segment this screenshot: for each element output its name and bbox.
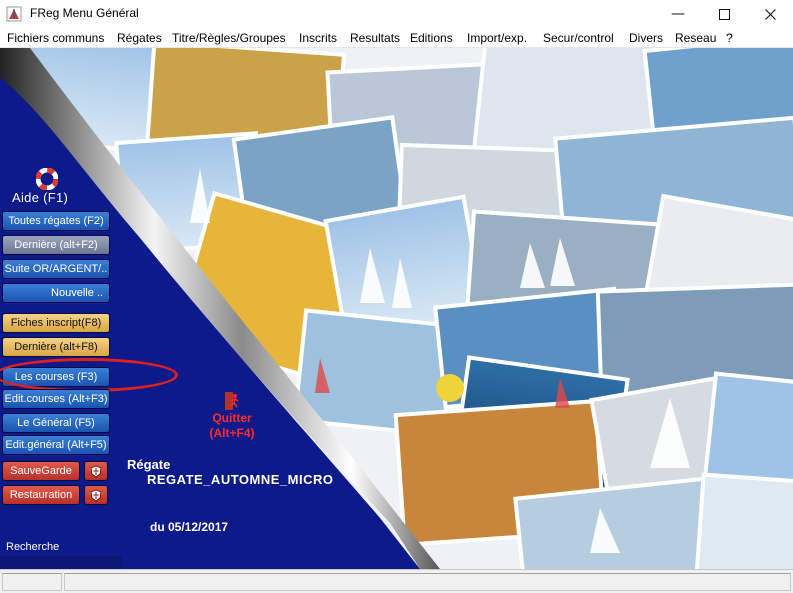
menu-bar: Fichiers communs Régates Titre/Règles/Gr… [0,28,793,48]
title-bar: FReg Menu Général — [0,0,793,28]
restore-options-button[interactable] [84,485,108,505]
new-regatta-button[interactable]: Nouvelle .. [2,283,110,303]
left-menu-panel: Aide (F1) Toutes régates (F2) Dernière (… [0,48,400,569]
menu-secur-control[interactable]: Secur/control [543,31,614,45]
lifebuoy-icon [36,168,58,190]
registration-forms-button[interactable]: Fiches inscript(F8) [2,313,110,333]
window-title: FReg Menu Général [30,6,139,20]
last-regatta-button[interactable]: Dernière (alt+F2) [2,235,110,255]
suite-or-argent-button[interactable]: Suite OR/ARGENT/.. [2,259,110,279]
menu-titre-regles-groupes[interactable]: Titre/Règles/Groupes [172,31,286,45]
minimize-button[interactable]: — [655,0,701,28]
menu-inscrits[interactable]: Inscrits [299,31,337,45]
all-regattas-button[interactable]: Toutes régates (F2) [2,211,110,231]
shield-icon [90,489,102,501]
search-label: Recherche [6,541,60,553]
backup-options-button[interactable] [84,461,108,481]
menu-divers[interactable]: Divers [629,31,663,45]
regatta-name: REGATE_AUTOMNE_MICRO [147,472,334,487]
app-icon [6,6,22,22]
search-input[interactable] [0,556,122,569]
menu-help[interactable]: ? [726,31,733,45]
menu-resultats[interactable]: Resultats [350,31,400,45]
last-registration-button[interactable]: Dernière (alt+F8) [2,337,110,357]
menu-fichiers-communs[interactable]: Fichiers communs [7,31,104,45]
help-button[interactable]: Aide (F1) [10,168,90,208]
menu-reseau[interactable]: Reseau [675,31,716,45]
minimize-icon: — [671,6,685,22]
shield-icon [90,465,102,477]
highlight-circle [0,358,178,392]
maximize-icon [718,8,730,20]
quit-shortcut: (Alt+F4) [209,426,255,440]
maximize-button[interactable] [701,0,747,28]
edit-general-button[interactable]: Edit.général (Alt+F5) [2,435,110,455]
menu-regates[interactable]: Régates [117,31,162,45]
menu-editions[interactable]: Editions [410,31,453,45]
general-button[interactable]: Le Général (F5) [2,413,110,433]
status-bar [0,569,793,593]
quit-button[interactable]: Quitter (Alt+F4) [200,391,264,441]
main-area: Aide (F1) Toutes régates (F2) Dernière (… [0,48,793,569]
close-icon [764,8,776,20]
edit-races-button[interactable]: Edit.courses (Alt+F3) [2,389,110,409]
exit-icon [225,392,239,410]
status-cell [2,573,62,591]
backup-button[interactable]: SauveGarde [2,461,80,481]
help-label: Aide (F1) [12,190,69,205]
status-cell [64,573,791,591]
regatta-date: du 05/12/2017 [150,520,229,534]
menu-import-exp[interactable]: Import/exp. [467,31,527,45]
restore-button[interactable]: Restauration [2,485,80,505]
quit-label: Quitter [212,411,252,425]
regatta-label: Régate [127,457,171,472]
close-button[interactable] [747,0,793,28]
